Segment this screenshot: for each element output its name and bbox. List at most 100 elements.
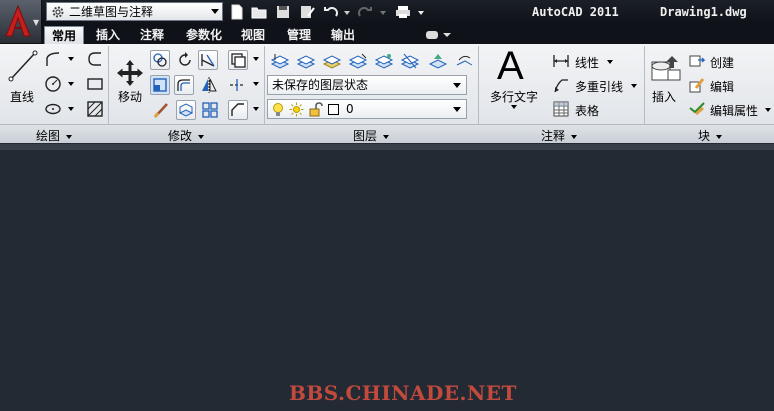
layer-combo[interactable]: 0	[267, 99, 467, 119]
linear-dimension-label[interactable]: 线性	[575, 54, 599, 71]
chevron-down-icon	[198, 134, 205, 139]
explode-dropdown-icon[interactable]	[253, 82, 259, 86]
chamfer-dropdown-icon[interactable]	[253, 107, 259, 111]
open-folder-icon[interactable]	[250, 4, 268, 20]
trim-button[interactable]	[198, 50, 218, 70]
circle-dropdown-icon[interactable]	[68, 82, 74, 86]
move-icon[interactable]	[114, 58, 146, 88]
fillet-button[interactable]	[174, 75, 194, 95]
chevron-down-icon	[211, 9, 219, 14]
erase-button[interactable]	[228, 50, 248, 70]
tab-annotate[interactable]: 注释	[132, 26, 172, 44]
ellipse-icon[interactable]	[44, 100, 62, 118]
tab-insert[interactable]: 插入	[88, 26, 128, 44]
layer-freeze-icon[interactable]	[374, 52, 394, 70]
fillet-icon	[177, 79, 190, 91]
offset-icon	[231, 53, 246, 68]
document-name: Drawing1.dwg	[660, 5, 747, 19]
line-icon[interactable]	[8, 50, 38, 82]
panel-title-bar: 绘图 修改 图层 注释 块	[0, 124, 774, 143]
panel-title-modify[interactable]: 修改	[168, 127, 205, 144]
layer-isolate-icon[interactable]	[322, 52, 342, 70]
layer-unisolate-icon[interactable]	[348, 52, 368, 70]
ribbon-minimize-icon[interactable]	[425, 29, 453, 41]
trim-icon	[201, 54, 215, 67]
chevron-down-icon	[716, 134, 723, 139]
insert-block-icon[interactable]	[648, 52, 682, 86]
application-menu-button[interactable]: ▼	[0, 0, 42, 44]
panel-title-block[interactable]: 块	[698, 127, 723, 144]
print-icon[interactable]	[394, 4, 412, 20]
array-button[interactable]	[176, 100, 196, 120]
edit-attribute-icon[interactable]	[688, 100, 706, 118]
redo-icon[interactable]	[356, 4, 374, 20]
multileader-dropdown-icon[interactable]	[631, 84, 637, 88]
tab-manage[interactable]: 管理	[280, 26, 318, 44]
panel-title-annotation[interactable]: 注释	[541, 127, 578, 144]
edit-block-label[interactable]: 编辑	[710, 78, 734, 95]
layer-state-combo[interactable]: 未保存的图层状态	[267, 75, 467, 95]
mirror-icon[interactable]	[200, 76, 218, 94]
stretch-button[interactable]	[150, 75, 170, 95]
circle-icon[interactable]	[44, 75, 62, 93]
layer-previous-icon[interactable]	[454, 52, 474, 70]
spline-icon[interactable]	[86, 50, 104, 68]
create-block-label[interactable]: 创建	[710, 54, 734, 71]
tab-parametric[interactable]: 参数化	[178, 26, 230, 44]
redo-dropdown-icon[interactable]	[380, 11, 386, 15]
chamfer-button[interactable]	[228, 100, 248, 120]
rotate-icon[interactable]	[176, 51, 194, 69]
panel-title-draw[interactable]: 绘图	[36, 127, 73, 144]
multiline-text-dropdown-icon[interactable]	[511, 105, 517, 109]
polyline-icon[interactable]	[44, 50, 62, 68]
table-label[interactable]: 表格	[575, 102, 599, 119]
undo-dropdown-icon[interactable]	[344, 11, 350, 15]
rectangle-icon[interactable]	[86, 75, 104, 93]
stretch-icon	[153, 78, 167, 92]
array-3d-icon	[178, 103, 194, 117]
drawing-canvas[interactable]	[0, 144, 774, 411]
chevron-down-icon	[383, 134, 390, 139]
ellipse-dropdown-icon[interactable]	[68, 107, 74, 111]
layer-state-icon[interactable]	[296, 52, 316, 70]
multileader-icon[interactable]	[552, 76, 570, 94]
ribbon-tab-bar: 常用 插入 注释 参数化 视图 管理 输出	[42, 26, 774, 44]
multiline-text-icon[interactable]: A	[497, 44, 524, 88]
quick-access-menu-icon[interactable]	[418, 11, 424, 15]
multileader-label[interactable]: 多重引线	[575, 78, 623, 95]
insert-block-label[interactable]: 插入	[652, 88, 676, 105]
tab-output[interactable]: 输出	[324, 26, 362, 44]
edit-attribute-label[interactable]: 编辑属性	[710, 102, 758, 119]
linear-dimension-icon[interactable]	[552, 52, 570, 70]
tab-home[interactable]: 常用	[44, 26, 84, 44]
linear-dimension-dropdown-icon[interactable]	[607, 60, 613, 64]
offset-dropdown-icon[interactable]	[253, 57, 259, 61]
hatch-icon[interactable]	[86, 100, 104, 118]
undo-icon[interactable]	[322, 4, 340, 20]
layer-match-icon[interactable]	[428, 52, 448, 70]
layer-state-value: 未保存的图层状态	[272, 78, 369, 92]
line-button-label[interactable]: 直线	[10, 88, 34, 105]
layer-off-icon[interactable]	[400, 52, 420, 70]
copy-button[interactable]	[150, 50, 170, 70]
panel-title-layers[interactable]: 图层	[353, 127, 390, 144]
tab-view[interactable]: 视图	[236, 26, 270, 44]
table-icon[interactable]	[552, 100, 570, 118]
ribbon: 直线 移动 未保存的图层状态 0 A 多行文字 线性 多重引线 表格 插入 创建…	[0, 44, 774, 143]
save-icon[interactable]	[274, 4, 292, 20]
gear-icon	[52, 6, 64, 17]
new-file-icon[interactable]	[228, 4, 246, 20]
create-block-icon[interactable]	[688, 52, 706, 70]
save-as-icon[interactable]	[298, 4, 316, 20]
multiline-text-label[interactable]: 多行文字	[490, 88, 538, 105]
polyline-dropdown-icon[interactable]	[68, 57, 74, 61]
scale-icon[interactable]	[152, 101, 170, 119]
workspace-selector[interactable]: 二维草图与注释	[46, 2, 223, 21]
edit-block-icon[interactable]	[688, 76, 706, 94]
move-button-label[interactable]: 移动	[118, 88, 142, 105]
edit-attribute-dropdown-icon[interactable]	[765, 108, 771, 112]
explode-icon[interactable]	[228, 76, 246, 94]
chevron-down-icon	[453, 107, 461, 112]
layer-properties-icon[interactable]	[270, 52, 290, 70]
array-icon[interactable]	[201, 101, 219, 119]
